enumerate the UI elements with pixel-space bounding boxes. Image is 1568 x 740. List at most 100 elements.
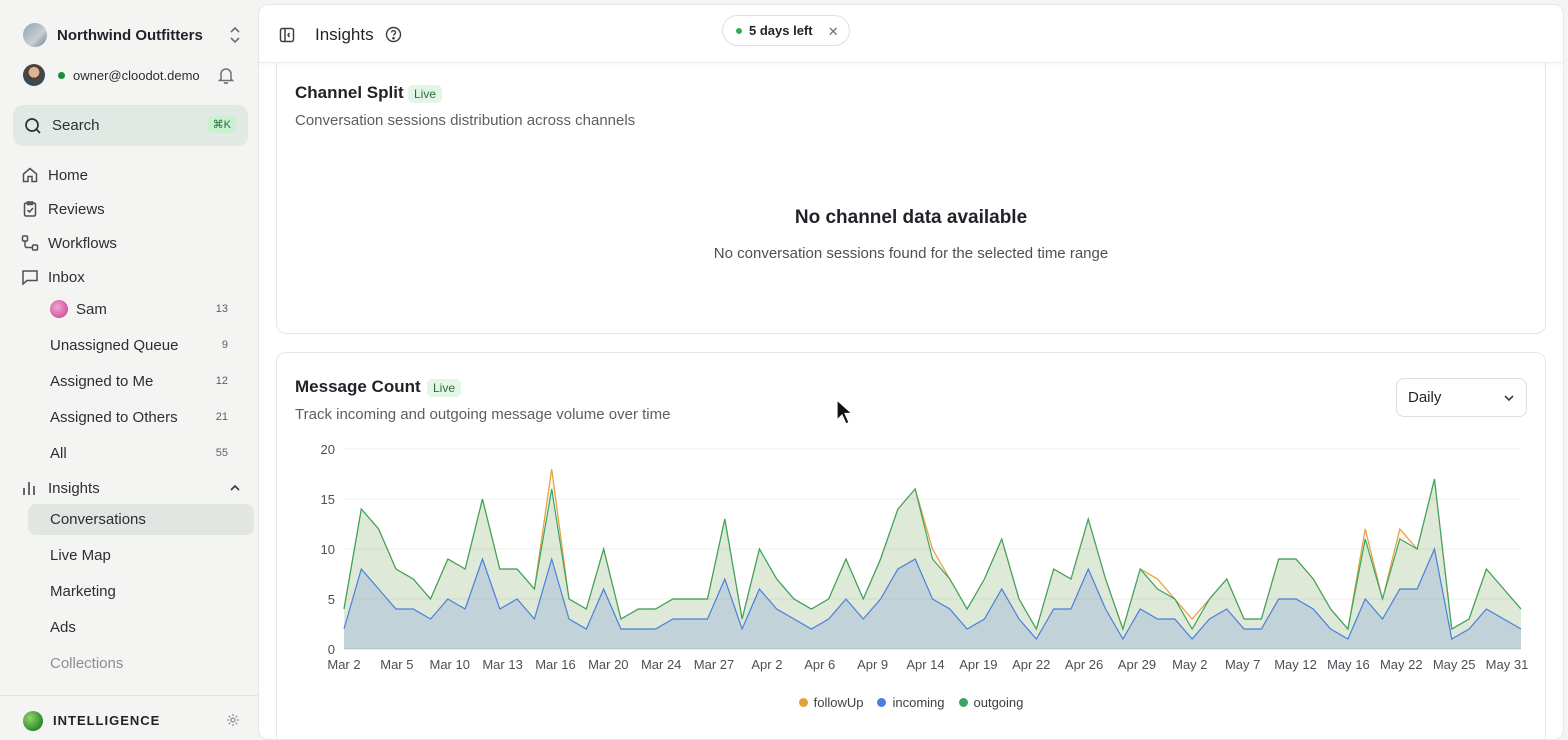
- insights-item-collections[interactable]: Collections: [28, 648, 254, 679]
- trial-label: 5 days left: [749, 23, 813, 38]
- y-tick-label: 5: [328, 592, 335, 607]
- help-icon[interactable]: [385, 26, 402, 43]
- legend-item-outgoing[interactable]: outgoing: [958, 695, 1024, 710]
- brand-label: INTELLIGENCE: [53, 713, 161, 728]
- y-tick-label: 20: [321, 442, 335, 457]
- x-tick-label: May 12: [1274, 657, 1317, 672]
- interval-select-value: Daily: [1408, 389, 1442, 406]
- org-switcher[interactable]: Northwind Outfitters: [23, 22, 243, 48]
- sidebar-item-home[interactable]: Home: [21, 163, 88, 187]
- x-tick-label: Apr 29: [1118, 657, 1156, 672]
- legend-label: outgoing: [973, 695, 1024, 710]
- home-icon: [22, 167, 38, 183]
- inbox-item-assigned-to-others[interactable]: Assigned to Others 21: [50, 405, 230, 429]
- legend-item-followup[interactable]: followUp: [798, 695, 864, 710]
- insights-item-marketing[interactable]: Marketing: [28, 576, 254, 607]
- search-label: Search: [52, 117, 100, 134]
- y-tick-label: 0: [328, 642, 335, 657]
- insights-item-label: Collections: [50, 655, 124, 672]
- x-tick-label: Mar 10: [429, 657, 469, 672]
- inbox-item-unassigned-queue[interactable]: Unassigned Queue 9: [50, 333, 230, 357]
- org-logo: [23, 23, 47, 47]
- search-button[interactable]: Search ⌘K: [13, 105, 248, 146]
- sidebar-item-label: Inbox: [48, 268, 85, 286]
- sidebar-item-insights[interactable]: Insights: [21, 476, 241, 500]
- inbox-item-sam[interactable]: Sam 13: [50, 297, 230, 321]
- sidebar-item-workflows[interactable]: Workflows: [21, 231, 117, 255]
- main-panel: Insights 5 days left ✕ Channel Split Liv…: [258, 4, 1564, 740]
- inbox-item-all[interactable]: All 55: [50, 441, 230, 465]
- x-tick-label: Mar 13: [482, 657, 522, 672]
- inbox-item-label: Sam: [76, 300, 107, 318]
- x-tick-label: Apr 2: [751, 657, 782, 672]
- message-count-chart: 0 5 10 15 20 Mar 2 Mar 5 Mar 10 Mar 13 Mar 16 Mar …: [321, 442, 1529, 672]
- sidebar: Northwind Outfitters owner@cloodot.demo …: [0, 0, 258, 740]
- live-badge: Live: [408, 85, 443, 103]
- legend-item-incoming[interactable]: incoming: [877, 695, 945, 710]
- card-subtitle: Conversation sessions distribution acros…: [295, 112, 636, 129]
- x-tick-label: Mar 2: [327, 657, 360, 672]
- status-dot: [736, 28, 742, 34]
- chevron-down-icon: [1504, 395, 1514, 402]
- empty-state-title: No channel data available: [794, 207, 1028, 228]
- x-tick-label: Apr 9: [857, 657, 888, 672]
- brand-bar: INTELLIGENCE: [0, 695, 258, 740]
- x-tick-label: May 25: [1433, 657, 1476, 672]
- online-status-dot: [58, 71, 65, 79]
- x-tick-label: May 31: [1486, 657, 1529, 672]
- sidebar-toggle-icon[interactable]: [279, 27, 295, 43]
- sidebar-item-reviews[interactable]: Reviews: [21, 197, 105, 221]
- card-title: Channel Split: [295, 83, 404, 102]
- insights-item-label: Marketing: [50, 583, 116, 600]
- inbox-item-label: All: [50, 444, 67, 462]
- x-tick-label: May 16: [1327, 657, 1370, 672]
- x-tick-label: May 7: [1225, 657, 1260, 672]
- x-tick-label: May 2: [1172, 657, 1207, 672]
- avatar: [50, 300, 68, 318]
- y-tick-label: 15: [321, 492, 335, 507]
- chevron-up-icon[interactable]: [229, 482, 241, 494]
- legend-dot: [798, 698, 808, 707]
- chevron-updown-icon: [230, 26, 240, 44]
- x-tick-label: Apr 6: [804, 657, 835, 672]
- inbox-item-label: Assigned to Others: [50, 408, 178, 426]
- legend-dot: [958, 698, 968, 707]
- sidebar-item-inbox[interactable]: Inbox: [21, 265, 85, 289]
- interval-select[interactable]: Daily: [1396, 378, 1527, 417]
- inbox-item-count: 13: [215, 303, 228, 315]
- chart-legend: followUp incoming outgoing: [277, 695, 1545, 710]
- inbox-item-assigned-to-me[interactable]: Assigned to Me 12: [50, 369, 230, 393]
- x-tick-label: Mar 20: [588, 657, 628, 672]
- gear-icon[interactable]: [226, 713, 240, 727]
- page-title: Insights: [315, 25, 374, 44]
- message-count-card: Message Count Live Track incoming and ou…: [276, 352, 1546, 739]
- message-square-icon: [22, 270, 38, 286]
- avatar: [23, 64, 45, 86]
- x-tick-label: Mar 5: [380, 657, 413, 672]
- user-row[interactable]: owner@cloodot.demo: [23, 63, 243, 87]
- insights-item-conversations[interactable]: Conversations: [28, 504, 254, 535]
- clipboard-check-icon: [23, 201, 37, 217]
- x-tick-label: May 22: [1380, 657, 1423, 672]
- workflow-icon: [21, 235, 39, 251]
- inbox-item-count: 12: [215, 375, 228, 387]
- insights-item-label: Conversations: [50, 511, 146, 528]
- channel-split-card: Channel Split Live Conversation sessions…: [276, 55, 1546, 334]
- empty-state-subtitle: No conversation sessions found for the s…: [713, 245, 1109, 262]
- brand-logo-icon: [23, 711, 43, 731]
- close-icon[interactable]: ✕: [828, 24, 839, 40]
- sidebar-item-label: Home: [48, 166, 89, 184]
- bar-chart-icon: [23, 482, 35, 495]
- insights-item-live-map[interactable]: Live Map: [28, 540, 254, 571]
- legend-label: followUp: [813, 695, 864, 710]
- sidebar-item-label: Workflows: [48, 234, 117, 252]
- card-subtitle: Track incoming and outgoing message volu…: [295, 406, 671, 423]
- insights-item-ads[interactable]: Ads: [28, 612, 254, 643]
- user-email: owner@cloodot.demo: [73, 67, 200, 83]
- x-tick-label: Mar 27: [694, 657, 734, 672]
- mouse-cursor-icon: [836, 399, 854, 425]
- bell-icon[interactable]: [218, 66, 234, 84]
- x-tick-label: Apr 22: [1012, 657, 1050, 672]
- search-icon: [25, 117, 41, 134]
- sidebar-item-label: Insights: [48, 479, 100, 497]
